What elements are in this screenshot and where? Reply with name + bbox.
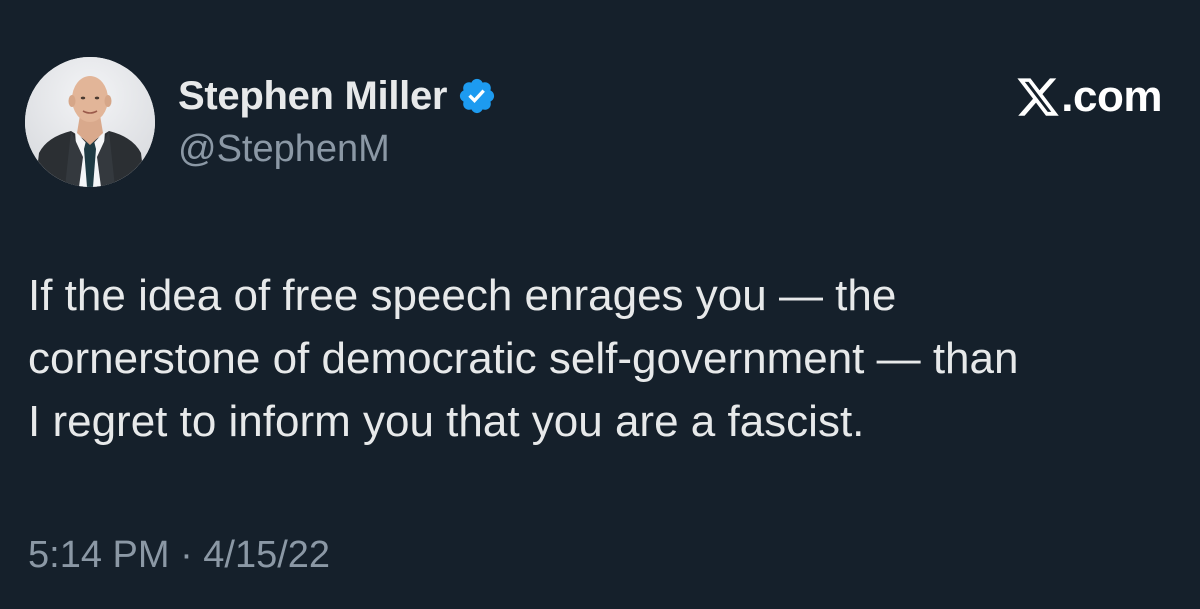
avatar[interactable] — [25, 57, 155, 187]
author-handle[interactable]: @StephenM — [178, 128, 390, 171]
tweet-timestamp[interactable]: 5:14 PM · 4/15/22 — [28, 534, 330, 577]
tweet-text-line: If the idea of free speech enrages you —… — [28, 271, 897, 320]
tweet-text-line: I regret to inform you that you are a fa… — [28, 397, 865, 446]
brand-domain-text: .com — [1061, 72, 1162, 121]
tweet-text: If the idea of free speech enrages you —… — [28, 264, 1178, 453]
display-name[interactable]: Stephen Miller — [178, 74, 447, 119]
author-name-row: Stephen Miller — [178, 72, 497, 120]
tweet-text-line: cornerstone of democratic self-governmen… — [28, 334, 1019, 383]
brand-watermark: .com — [1015, 72, 1162, 122]
avatar-photo — [25, 57, 155, 187]
verified-badge-icon — [457, 76, 497, 116]
tweet-card: Stephen Miller @StephenM .com If the ide… — [0, 0, 1200, 609]
x-logo-icon — [1015, 74, 1061, 120]
